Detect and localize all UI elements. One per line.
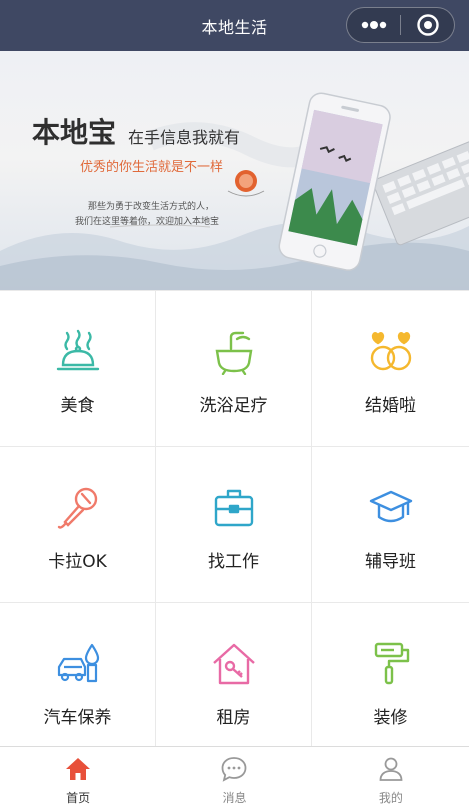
tab-messages[interactable]: 消息: [156, 747, 312, 809]
tab-home[interactable]: 首页: [0, 747, 156, 809]
category-label: 找工作: [208, 552, 259, 572]
wedding-rings-icon: [370, 332, 411, 371]
home-icon: [66, 758, 91, 780]
category-car-care[interactable]: 汽车保养: [0, 603, 156, 747]
category-grid: 美食 洗浴足疗 结婚啦 卡拉OK 找工作 辅导班 汽车保养 租房 装修: [0, 290, 469, 747]
paint-roller-icon: [374, 642, 409, 685]
bottom-tab-bar: 首页 消息 我的: [0, 746, 469, 809]
category-renovation[interactable]: 装修: [312, 603, 469, 747]
graduation-cap-icon: [369, 490, 412, 523]
category-rental[interactable]: 租房: [156, 603, 312, 747]
category-label: 汽车保养: [43, 708, 112, 728]
microphone-icon: [57, 487, 97, 529]
category-wedding[interactable]: 结婚啦: [312, 291, 469, 447]
navigation-bar: 本地生活: [0, 0, 469, 51]
category-jobs[interactable]: 找工作: [156, 447, 312, 603]
car-care-icon: [57, 643, 99, 683]
category-label: 美食: [60, 396, 95, 416]
mini-program-capsule: [346, 7, 455, 43]
user-profile-icon: [379, 757, 403, 781]
category-bath-massage[interactable]: 洗浴足疗: [156, 291, 312, 447]
banner-slogan: 优秀的你生活就是不一样: [80, 160, 224, 175]
category-label: 辅导班: [365, 552, 416, 572]
category-label: 结婚啦: [365, 396, 416, 416]
banner-brand: 本地宝: [32, 116, 117, 149]
house-key-icon: [212, 643, 255, 685]
tab-messages-label: 消息: [222, 791, 247, 805]
tab-profile[interactable]: 我的: [313, 747, 469, 809]
close-button[interactable]: [401, 8, 454, 42]
banner-description-line2: 我们在这里等着你，欢迎加入本地宝: [75, 217, 220, 227]
category-food[interactable]: 美食: [0, 291, 156, 447]
category-label: 卡拉OK: [48, 552, 107, 572]
page-title: 本地生活: [201, 17, 268, 37]
category-label: 洗浴足疗: [199, 396, 268, 416]
more-button[interactable]: [347, 8, 400, 42]
category-label: 租房: [216, 708, 251, 728]
banner-illustration: [0, 92, 469, 290]
message-bubble-icon: [222, 757, 247, 782]
more-dots-icon: [361, 21, 386, 29]
food-cloche-icon: [56, 329, 99, 371]
tab-profile-label: 我的: [378, 791, 403, 805]
banner-description-line1: 那些为勇于改变生活方式的人，: [88, 202, 215, 212]
target-close-icon: [416, 14, 439, 36]
banner-tagline: 在手信息我就有: [128, 128, 241, 147]
category-label: 装修: [373, 708, 408, 728]
category-karaoke[interactable]: 卡拉OK: [0, 447, 156, 603]
category-tutoring[interactable]: 辅导班: [312, 447, 469, 603]
bathtub-icon: [215, 331, 252, 375]
briefcase-icon: [214, 489, 253, 527]
promo-banner[interactable]: 本地宝 在手信息我就有 优秀的你生活就是不一样 那些为勇于改变生活方式的人， 我…: [0, 51, 469, 290]
tab-home-label: 首页: [66, 791, 91, 805]
